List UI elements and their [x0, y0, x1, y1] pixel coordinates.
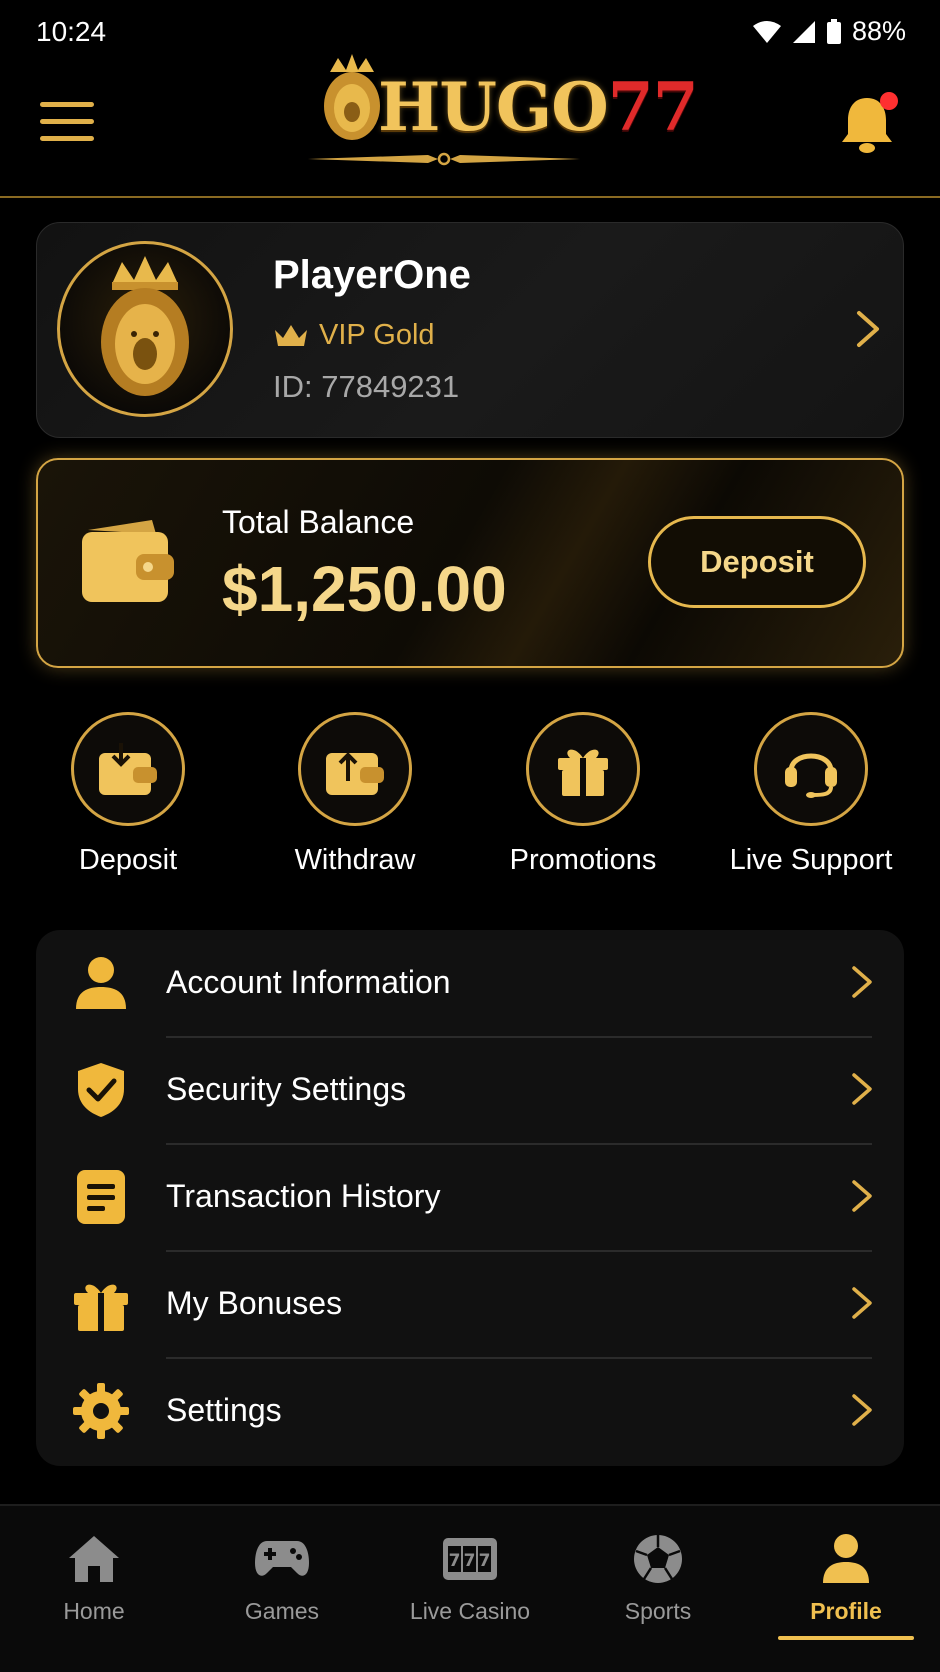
svg-text:7: 7 [479, 1551, 491, 1571]
nav-icon [0, 1530, 188, 1588]
lion-avatar-icon [101, 256, 189, 396]
chevron-right-icon [852, 1180, 872, 1212]
menu-item-label: Transaction History [166, 1178, 441, 1214]
chevron-right-icon [852, 1394, 872, 1426]
menu-item-icon [72, 1061, 130, 1119]
player-name: PlayerOne [273, 253, 471, 297]
balance-amount: $1,250.00 [222, 553, 507, 625]
quick-action-label: Promotions [509, 844, 657, 876]
quick-action-circle [754, 712, 868, 826]
headset-icon [785, 753, 837, 798]
quick-action-label: Withdraw [294, 844, 416, 876]
wallet-out-icon [326, 752, 384, 795]
soccer-ball-icon [634, 1535, 682, 1583]
home-icon [69, 1536, 119, 1582]
shield-check-icon [78, 1063, 124, 1117]
quick-action-live-support[interactable]: Live Support [711, 708, 911, 877]
nav-label: Home [63, 1598, 125, 1624]
quick-action-circle [71, 712, 185, 826]
crown-icon [275, 324, 307, 346]
nav-live-casino[interactable]: 7 7 7 Live Casino [376, 1530, 564, 1625]
balance-label: Total Balance [222, 504, 415, 540]
menu-item-security-settings[interactable]: Security Settings [36, 1037, 904, 1144]
menu-item-icon [72, 1275, 130, 1333]
menu-line [40, 102, 94, 107]
notification-badge [880, 92, 898, 110]
nav-icon [752, 1530, 940, 1588]
nav-sports[interactable]: Sports [564, 1530, 752, 1625]
gift-icon [558, 749, 608, 796]
wallet-in-icon [99, 743, 157, 795]
notifications-button[interactable] [838, 92, 900, 158]
chevron-right-icon [852, 1073, 872, 1105]
logo-accent-text: 77 [607, 68, 699, 146]
svg-text:7: 7 [464, 1551, 476, 1571]
deposit-button[interactable]: Deposit [648, 516, 866, 608]
nav-home[interactable]: Home [0, 1530, 188, 1625]
avatar [57, 241, 233, 417]
menu-item-icon [72, 1382, 130, 1440]
quick-actions: Deposit Withdraw Promotions Live Support [0, 708, 940, 888]
gamepad-icon [255, 1541, 309, 1576]
menu-item-my-bonuses[interactable]: My Bonuses [36, 1251, 904, 1358]
balance-card: Total Balance $1,250.00 Deposit [36, 458, 904, 668]
player-id: ID: 77849231 [273, 369, 460, 404]
quick-action-deposit[interactable]: Deposit [28, 708, 228, 877]
nav-games[interactable]: Games [188, 1530, 376, 1625]
menu-item-icon [72, 1168, 130, 1226]
menu-item-label: Security Settings [166, 1071, 407, 1107]
quick-action-label: Deposit [78, 844, 178, 876]
menu-item-transaction-history[interactable]: Transaction History [36, 1144, 904, 1251]
document-icon [77, 1170, 125, 1224]
vip-status: VIP Gold [273, 319, 435, 352]
nav-label: Profile [810, 1598, 882, 1624]
profile-card[interactable]: PlayerOne VIP Gold ID: 77849231 [36, 222, 904, 438]
quick-action-circle [526, 712, 640, 826]
logo-main-text: HUGO [378, 68, 609, 146]
menu-item-label: Settings [166, 1392, 282, 1428]
bottom-navigation: Home Games 7 7 7 Live Casino Sports Prof… [0, 1504, 940, 1672]
chevron-right-icon [857, 311, 879, 347]
profile-icon [823, 1534, 869, 1583]
svg-text:7: 7 [449, 1551, 461, 1571]
nav-label: Sports [624, 1598, 692, 1624]
account-menu: Account Information Security Settings Tr… [36, 930, 904, 1466]
vip-label: VIP Gold [319, 319, 435, 351]
menu-item-label: Account Information [166, 964, 451, 1000]
menu-item-label: My Bonuses [166, 1285, 343, 1321]
nav-icon: 7 7 7 [376, 1530, 564, 1588]
logo-underline-ornament [308, 152, 580, 166]
menu-item-settings[interactable]: Settings [36, 1358, 904, 1465]
quick-action-label: Live Support [729, 844, 893, 876]
quick-action-circle [298, 712, 412, 826]
app-header: HUGO77 [0, 40, 940, 198]
nav-icon [188, 1530, 376, 1588]
user-icon [76, 957, 126, 1009]
nav-label: Live Casino [409, 1598, 531, 1624]
brand-logo: HUGO77 [308, 46, 699, 176]
wallet-icon [82, 520, 174, 602]
menu-item-icon [72, 954, 130, 1012]
nav-icon [564, 1530, 752, 1588]
menu-line [40, 136, 94, 141]
lion-crest-icon [324, 54, 380, 140]
active-tab-indicator [778, 1636, 914, 1640]
logo-wordmark: HUGO77 [378, 68, 699, 146]
hamburger-menu-button[interactable] [40, 102, 94, 146]
gift-icon [74, 1284, 128, 1331]
quick-action-promotions[interactable]: Promotions [483, 708, 683, 877]
menu-item-account-information[interactable]: Account Information [36, 930, 904, 1037]
quick-action-withdraw[interactable]: Withdraw [255, 708, 455, 877]
gear-icon [73, 1383, 129, 1439]
chevron-right-icon [852, 1287, 872, 1319]
nav-label: Games [244, 1598, 320, 1624]
chevron-right-icon [852, 966, 872, 998]
menu-line [40, 119, 94, 124]
nav-profile[interactable]: Profile [752, 1530, 940, 1625]
slot-777-icon: 7 7 7 [443, 1538, 497, 1580]
